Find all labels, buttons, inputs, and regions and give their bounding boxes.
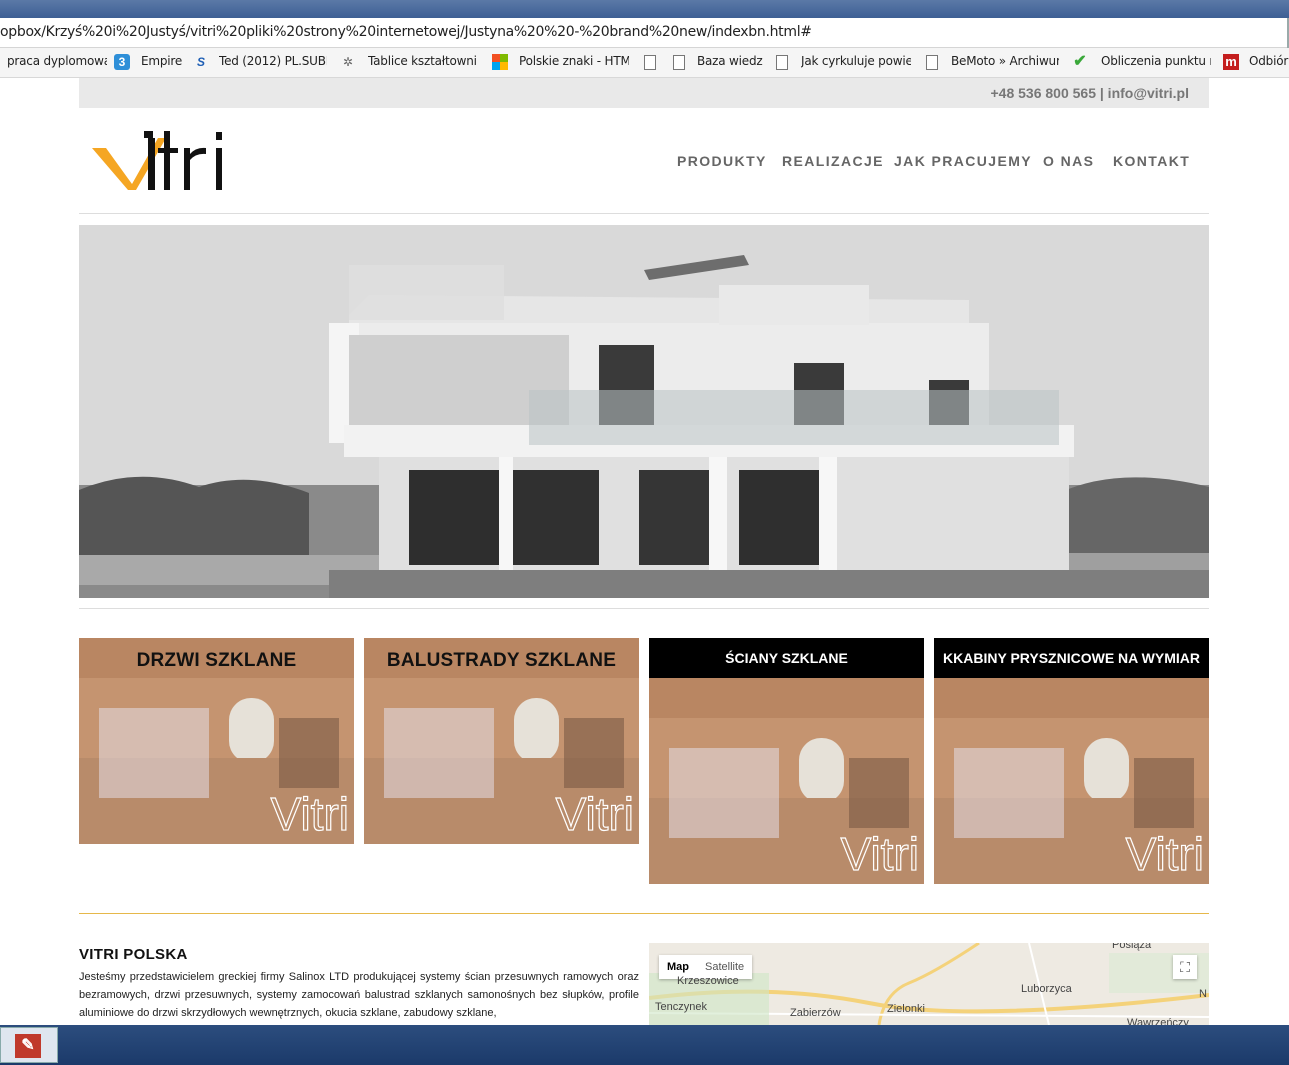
- about-text: Jesteśmy przedstawicielem greckiej firmy…: [79, 971, 639, 1019]
- map-place-label: Zielonki: [887, 1003, 925, 1015]
- map-place-label: Posiąża: [1112, 943, 1152, 951]
- page-icon: [926, 55, 938, 70]
- e-icon: 3: [114, 54, 130, 70]
- google-map[interactable]: Map Satellite ⛶ Posiąża Krzeszowice Lubo…: [649, 943, 1209, 1025]
- tile-title: DRZWI SZKLANE: [136, 650, 297, 671]
- check-icon: ✔: [1073, 53, 1087, 70]
- bookmark-obliczenia[interactable]: Obliczenia punktu rc: [1101, 54, 1211, 68]
- map-place-label: N: [1199, 988, 1207, 1000]
- about-title: VITRI POLSKA: [79, 946, 188, 963]
- tile-title: BALUSTRADY SZKLANE: [386, 650, 617, 671]
- nav-produkty[interactable]: PRODUKTY: [677, 153, 767, 169]
- bookmark-polskie-znaki[interactable]: Polskie znaki - HTML: [519, 54, 629, 68]
- m-icon: m: [1223, 54, 1239, 70]
- tile-drzwi-szklane[interactable]: Vitri DRZWI SZKLANE: [79, 638, 354, 844]
- fullscreen-icon[interactable]: ⛶: [1173, 955, 1197, 979]
- section-divider: [79, 913, 1209, 914]
- tile-title: ŚCIANY SZKLANE: [649, 638, 924, 678]
- contact-bar: +48 536 800 565 | info@vitri.pl: [79, 78, 1209, 108]
- page-icon: [673, 55, 685, 70]
- bookmark-odbior[interactable]: Odbiór: [1249, 54, 1289, 68]
- hero-house-image: [79, 225, 1209, 598]
- bookmark-bemoto[interactable]: BeMoto » Archiwum: [951, 54, 1059, 68]
- address-bar[interactable]: opbox/Krzyś%20i%20Justyś/vitri%20pliki%2…: [0, 18, 1289, 48]
- map-place-label: Krzeszowice: [677, 975, 739, 987]
- tile-kabiny-prysznicowe[interactable]: KKABINY PRYSZNICOWE NA WYMIAR Vitri: [934, 638, 1209, 884]
- contact-info[interactable]: +48 536 800 565 | info@vitri.pl: [990, 85, 1189, 101]
- header-divider: [79, 213, 1209, 214]
- bookmarks-bar: praca dyplomowa 3 Empire S Ted (2012) PL…: [0, 48, 1289, 78]
- taskbar: ✎: [0, 1025, 1289, 1065]
- url-text[interactable]: opbox/Krzyś%20i%20Justyś/vitri%20pliki%2…: [0, 24, 812, 40]
- bug-icon: ✲: [342, 55, 354, 69]
- hero-divider: [79, 608, 1209, 609]
- page-icon: [776, 55, 788, 70]
- vitri-logo[interactable]: [92, 128, 232, 192]
- page-icon[interactable]: [644, 55, 656, 70]
- svg-text:Vitri: Vitri: [556, 788, 634, 840]
- map-place-label: Zabierzów: [790, 1007, 841, 1019]
- bookmark-jak-cyrkuluje[interactable]: Jak cyrkuluje powietr: [801, 54, 911, 68]
- vitri-watermark: Vitri: [271, 788, 349, 840]
- nav-realizacje[interactable]: REALIZACJE: [782, 153, 884, 169]
- bookmark-baza-wiedzy[interactable]: Baza wiedzy: [697, 54, 763, 68]
- microsoft-icon: [492, 54, 508, 70]
- window-title-bar: [0, 0, 1289, 18]
- tile-balustrady-szklane[interactable]: Vitri BALUSTRADY SZKLANE: [364, 638, 639, 844]
- taskbar-app-button[interactable]: ✎: [0, 1027, 58, 1063]
- tile-sciany-szklane[interactable]: ŚCIANY SZKLANE Vitri: [649, 638, 924, 884]
- map-place-label: Tenczynek: [655, 1001, 707, 1013]
- product-photo: Vitri: [649, 678, 924, 884]
- svg-text:Vitri: Vitri: [1126, 828, 1204, 880]
- nav-kontakt[interactable]: KONTAKT: [1113, 153, 1190, 169]
- bookmark-ted[interactable]: Ted (2012) PL.SUBBE: [219, 54, 327, 68]
- bookmark-tablice[interactable]: Tablice kształtownik: [368, 54, 476, 68]
- map-place-label: Wawrzeńczy: [1127, 1017, 1189, 1025]
- svg-text:Vitri: Vitri: [841, 828, 919, 880]
- nav-jak-pracujemy[interactable]: JAK PRACUJEMY: [894, 153, 1032, 169]
- bookmark-empire[interactable]: Empire: [141, 54, 183, 68]
- bookmark-praca-dyplomowa[interactable]: praca dyplomowa: [7, 54, 107, 68]
- nav-o-nas[interactable]: O NAS: [1043, 153, 1094, 169]
- map-place-label: Luborzyca: [1021, 983, 1072, 995]
- s-icon: S: [196, 55, 205, 69]
- product-photo: Vitri: [934, 678, 1209, 884]
- pdf-app-icon: ✎: [15, 1034, 41, 1058]
- tile-title: KKABINY PRYSZNICOWE NA WYMIAR: [934, 638, 1209, 678]
